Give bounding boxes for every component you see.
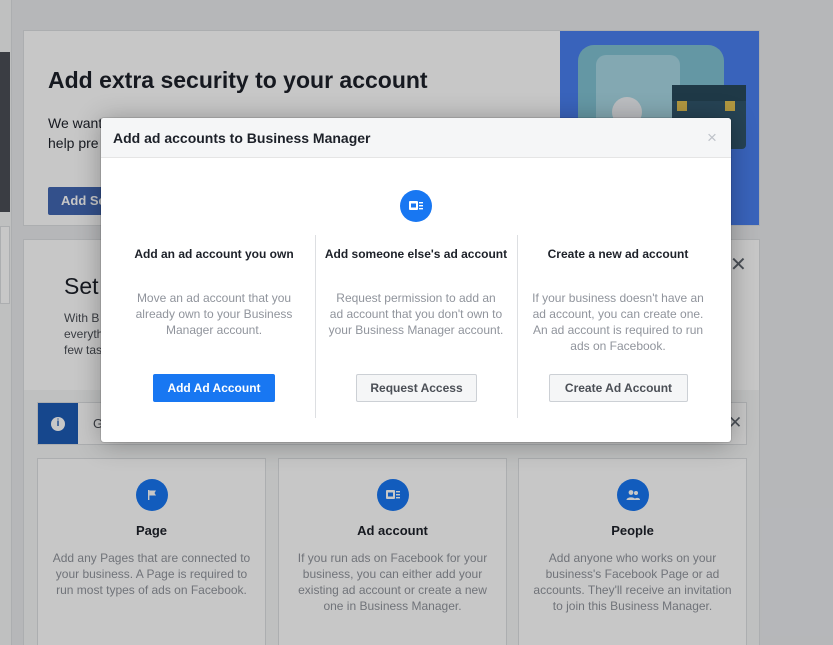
column-description: Request permission to add an ad account … <box>328 291 504 337</box>
column-title: Add someone else's ad account <box>324 247 508 261</box>
option-create-new-ad-account: Create a new ad account If your business… <box>518 235 718 418</box>
option-own-ad-account: Add an ad account you own Move an ad acc… <box>114 235 314 418</box>
create-ad-account-button[interactable]: Create Ad Account <box>549 374 688 402</box>
column-title: Create a new ad account <box>547 247 689 261</box>
column-description: Move an ad account that you already own … <box>135 291 293 337</box>
dialog-header: Add ad accounts to Business Manager × <box>101 118 731 158</box>
column-title: Add an ad account you own <box>134 247 294 261</box>
add-ad-account-button[interactable]: Add Ad Account <box>153 374 275 402</box>
close-icon[interactable]: × <box>707 128 717 148</box>
add-ad-accounts-dialog: Add ad accounts to Business Manager × Ad… <box>101 118 731 442</box>
column-description: If your business doesn't have an ad acco… <box>532 291 704 353</box>
dialog-title: Add ad accounts to Business Manager <box>113 130 371 146</box>
ad-account-icon <box>400 190 432 222</box>
option-someone-elses-ad-account: Add someone else's ad account Request pe… <box>316 235 516 418</box>
request-access-button[interactable]: Request Access <box>356 374 477 402</box>
